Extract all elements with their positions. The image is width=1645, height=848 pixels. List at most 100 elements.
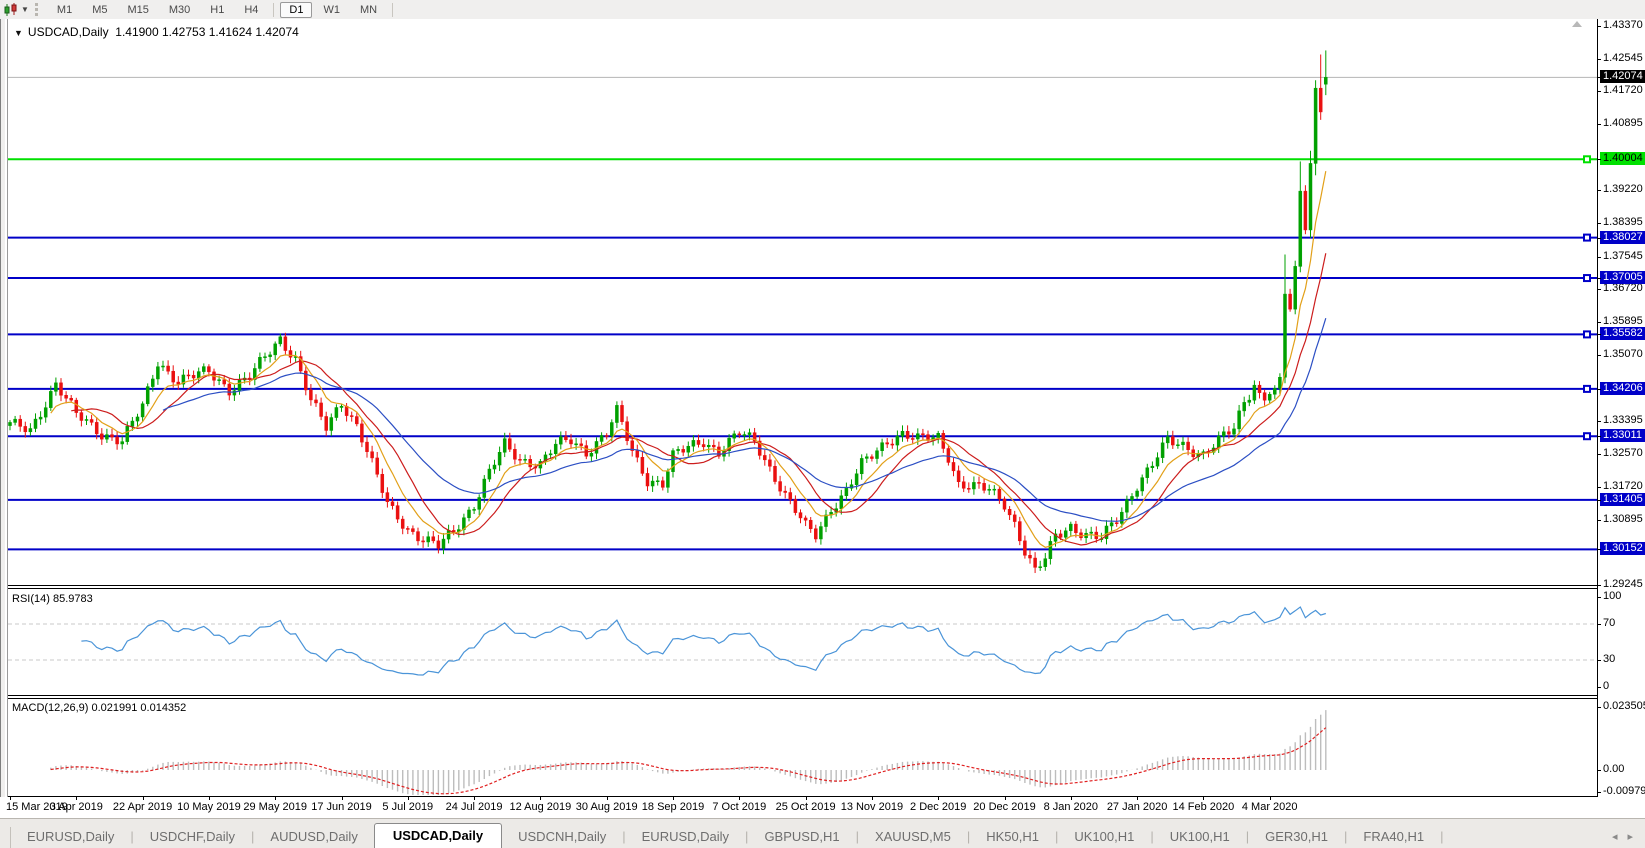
date-tick-label: 30 Aug 2019 [576,801,638,813]
indicator-line [163,318,1326,521]
chart-tab-ger30-h1[interactable]: GER30,H1 [1249,825,1344,848]
timeframe-button-mn[interactable]: MN [351,2,386,18]
mt4-terminal: ▼ M1M5M15M30H1H4 D1W1MN ▼ USDCAD,Daily 1.4… [0,0,1645,848]
level-price-label: 1.38027 [1600,231,1645,244]
price-tick-label: 1.37545 [1603,250,1643,262]
price-tick-label: 1.32570 [1603,447,1643,459]
level-handle[interactable] [1584,331,1590,337]
date-tick-label: 8 Jan 2020 [1044,801,1098,813]
date-tick-mark [1071,797,1072,800]
collapse-triangle-icon[interactable]: ▼ [14,28,23,38]
date-tick-mark [1005,797,1006,800]
symbol-period-label: USDCAD,Daily [28,25,109,39]
timeframe-button-m15[interactable]: M15 [118,2,157,18]
date-tick-mark [1270,797,1271,800]
rsi-tick-label: 30 [1603,653,1615,665]
chart-tab-xauusd-m5[interactable]: XAUUSD,M5 [859,825,967,848]
chart-tab-bar: EURUSD,Daily|USDCHF,Daily|AUDUSD,DailyUS… [0,818,1645,848]
tabs-scroll-left-icon[interactable]: ◂ [1612,830,1618,843]
chart-tab-usdchf-daily[interactable]: USDCHF,Daily [134,825,251,848]
date-tick-mark [209,797,210,800]
timeframe-button-w1[interactable]: W1 [314,2,349,18]
level-handle[interactable] [1584,433,1590,439]
level-handle[interactable] [1584,275,1590,281]
chart-tab-hk50-h1[interactable]: HK50,H1 [970,825,1055,848]
date-tick-mark [1137,797,1138,800]
price-tick-label: 1.36720 [1603,282,1643,294]
timeframe-button-m30[interactable]: M30 [160,2,199,18]
date-tick-mark [76,797,77,800]
level-price-label: 1.31405 [1600,493,1645,506]
scroll-anchor-icon [1572,21,1582,27]
price-tick-label: 1.42545 [1603,52,1643,64]
level-handle[interactable] [1584,156,1590,162]
price-tick-label: 1.33395 [1603,414,1643,426]
timeframe-button-h1[interactable]: H1 [201,2,233,18]
date-tick-label: 24 Jul 2019 [446,801,503,813]
timeframe-button-d1[interactable]: D1 [280,2,312,18]
date-tick-label: 5 Jul 2019 [382,801,433,813]
level-handle[interactable] [1584,235,1590,241]
date-tick-label: 12 Aug 2019 [509,801,571,813]
chart-tab-usdcnh-daily[interactable]: USDCNH,Daily [502,825,622,848]
candlestick-series[interactable] [9,50,1328,573]
rsi-tick-label: 70 [1603,617,1615,629]
candlestick-chart-icon[interactable] [3,3,19,17]
price-tick-label: 1.31720 [1603,480,1643,492]
time-axis[interactable]: 15 Mar 20193 Apr 201922 Apr 201910 May 2… [0,797,1645,818]
date-tick-label: 10 May 2019 [177,801,241,813]
level-price-label: 1.33011 [1600,429,1645,442]
macd-tick-label: 0.00 [1603,763,1624,775]
toolbar-grip[interactable] [35,3,41,16]
timeframe-button-m5[interactable]: M5 [83,2,116,18]
chart-window[interactable]: ▼USDCAD,Daily 1.41900 1.42753 1.41624 1.… [0,19,1645,797]
chart-tab-audusd-daily[interactable]: AUDUSD,Daily [254,825,373,848]
date-tick-mark [474,797,475,800]
price-tick-label: 1.40895 [1603,117,1643,129]
date-tick-label: 2 Dec 2019 [910,801,966,813]
price-tick-label: 1.30895 [1603,513,1643,525]
macd-series [51,710,1326,795]
macd-tick-label: 0.023505 [1603,700,1645,712]
price-tick-label: 1.35070 [1603,348,1643,360]
indicator-line [51,171,1326,547]
date-tick-mark [673,797,674,800]
date-tick-mark [938,797,939,800]
indicator-line [51,728,1326,794]
price-tick-label: 1.39220 [1603,183,1643,195]
date-tick-mark [540,797,541,800]
date-tick-label: 14 Feb 2020 [1173,801,1235,813]
chevron-down-icon[interactable]: ▼ [21,5,29,14]
chart-tab-fra40-h1[interactable]: FRA40,H1 [1347,825,1440,848]
chart-tab-gbpusd-h1[interactable]: GBPUSD,H1 [748,825,855,848]
level-price-label: 1.40004 [1600,152,1645,165]
date-tick-mark [607,797,608,800]
date-tick-label: 3 Apr 2019 [50,801,103,813]
timeframe-toolbar: ▼ M1M5M15M30H1H4 D1W1MN [0,0,1645,20]
date-tick-label: 13 Nov 2019 [841,801,903,813]
timeframe-button-m1[interactable]: M1 [48,2,81,18]
chart-tab-usdcad-daily[interactable]: USDCAD,Daily [374,823,502,848]
chart-plot[interactable] [0,19,1645,797]
price-tick-label: 1.38395 [1603,216,1643,228]
date-tick-mark [143,797,144,800]
chart-tab-uk100-h1[interactable]: UK100,H1 [1058,825,1150,848]
indicator-line [71,253,1326,545]
date-tick-mark [342,797,343,800]
level-price-label: 1.34206 [1600,382,1645,395]
date-tick-label: 17 Jun 2019 [311,801,372,813]
chart-tab-eurusd-daily[interactable]: EURUSD,Daily [11,825,130,848]
price-axis[interactable]: 1.433701.425451.417201.408951.392201.383… [1598,19,1645,797]
rsi-tick-label: 100 [1603,590,1621,602]
price-tick-label: 1.35895 [1603,315,1643,327]
price-tick-label: 1.43370 [1603,19,1643,31]
chart-tab-eurusd-daily[interactable]: EURUSD,Daily [626,825,745,848]
date-tick-label: 18 Sep 2019 [642,801,704,813]
level-handle[interactable] [1584,386,1590,392]
tabs-scroll-right-icon[interactable]: ▸ [1627,830,1633,843]
macd-indicator-label: MACD(12,26,9) 0.021991 0.014352 [12,702,186,714]
date-tick-mark [275,797,276,800]
date-tick-label: 7 Oct 2019 [712,801,766,813]
chart-tab-uk100-h1[interactable]: UK100,H1 [1154,825,1246,848]
timeframe-button-h4[interactable]: H4 [235,2,267,18]
